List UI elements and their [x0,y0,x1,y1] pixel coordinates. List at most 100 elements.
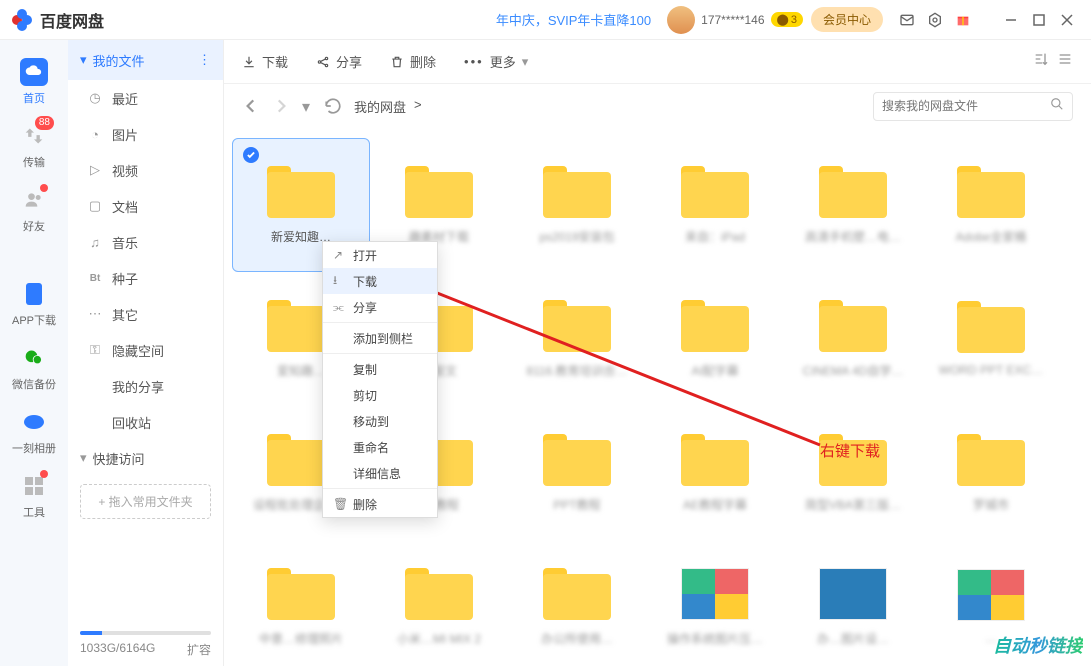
rail-album[interactable]: 一刻相册 [0,400,68,464]
toolbar-download-button[interactable]: 下载 [242,52,288,71]
storage-text: 1033G/6164G [80,641,155,658]
context-add-sidebar[interactable]: 添加到侧栏 [323,325,437,351]
expand-storage-link[interactable]: 扩容 [187,641,211,658]
context-rename[interactable]: 重命名 [323,434,437,460]
folder-item[interactable]: AI配字幕 [646,272,784,406]
folder-item[interactable]: Adobe全家桶 [922,138,1060,272]
member-center-button[interactable]: 会员中心 [811,7,883,32]
thumbnail-icon [819,568,887,620]
sidebar-my-files[interactable]: ▾ 我的文件 ⋮ [68,40,223,80]
search-icon[interactable] [1050,97,1064,116]
check-icon [243,147,259,163]
rail-app-download[interactable]: APP下载 [0,272,68,336]
more-icon[interactable]: ⋮ [198,52,211,68]
folder-icon [543,166,611,218]
context-download[interactable]: ⭳下载 [323,268,437,294]
bt-icon: Bt [88,271,102,285]
refresh-button[interactable] [324,97,342,115]
folder-item[interactable]: 简型VBA第三版… [784,406,922,540]
album-icon [20,408,48,436]
toolbar-delete-button[interactable]: 删除 [390,52,436,71]
folder-item[interactable]: 办公所使用… [508,540,646,666]
nav-forward-button[interactable] [272,97,290,115]
folder-icon [681,434,749,486]
sidebar-recycle[interactable]: 回收站 [68,404,223,440]
trash-icon: 🗑 [333,498,345,510]
toolbar: 下载 分享 删除 •••更多▾ [224,40,1091,84]
context-copy[interactable]: 复制 [323,356,437,382]
sidebar-other[interactable]: ⋯其它 [68,296,223,332]
nav-dropdown-button[interactable]: ▾ [302,97,312,115]
navbar: ▾ 我的网盘 > [224,84,1091,128]
maximize-button[interactable] [1031,12,1047,28]
sidebar-music[interactable]: ♫音乐 [68,224,223,260]
gift-icon[interactable] [955,12,971,28]
open-icon: ↗ [333,249,345,261]
sidebar-video[interactable]: ▷视频 [68,152,223,188]
storage-bar [80,631,211,635]
folder-icon [543,434,611,486]
folder-item[interactable]: 罗城市 [922,406,1060,540]
notification-dot [40,184,48,192]
rail-friends[interactable]: 好友 [0,178,68,242]
folder-icon [543,568,611,620]
folder-icon [267,568,335,620]
folder-icon [957,301,1025,353]
folder-item[interactable]: AE教程字幕 [646,406,784,540]
watermark: 自动秒链接 [993,632,1083,658]
context-cut[interactable]: 剪切 [323,382,437,408]
toolbar-more-button[interactable]: •••更多▾ [464,52,528,71]
breadcrumb[interactable]: 我的网盘 > [354,97,422,116]
context-move-to[interactable]: 移动到 [323,408,437,434]
sidebar-recent[interactable]: ◷最近 [68,80,223,116]
rail-wechat-backup[interactable]: 微信备份 [0,336,68,400]
context-delete[interactable]: 🗑删除 [323,491,437,517]
folder-item[interactable]: 来自：iPad [646,138,784,272]
download-icon: ⭳ [333,275,345,287]
folder-item[interactable]: WORD PPT EXC… [922,272,1060,406]
play-icon: ▷ [88,163,102,177]
close-button[interactable] [1059,12,1075,28]
folder-item[interactable]: 8116.教育培训合… [508,272,646,406]
promo-link[interactable]: 年中庆，SVIP年卡直降100 [496,10,651,29]
sidebar: ▾ 我的文件 ⋮ ◷最近 ◔图片 ▷视频 ▢文档 ♫音乐 Bt种子 ⋯其它 ⚿隐… [68,40,224,666]
sidebar-quick-access[interactable]: ▾快捷访问 [68,440,223,476]
folder-item[interactable]: 小米…MI MIX 2 [370,540,508,666]
minimize-button[interactable] [1003,12,1019,28]
sidebar-seeds[interactable]: Bt种子 [68,260,223,296]
mail-icon[interactable] [899,12,915,28]
username: 177*****146 [701,13,764,27]
folder-item[interactable]: CINEMA 4D自学… [784,272,922,406]
file-item[interactable]: 操作系统图片压… [646,540,784,666]
toolbar-share-button[interactable]: 分享 [316,52,362,71]
sidebar-hidden[interactable]: ⚿隐藏空间 [68,332,223,368]
folder-item[interactable]: 中意…修理照片 [232,540,370,666]
search-box[interactable] [873,92,1073,121]
context-details[interactable]: 详细信息 [323,460,437,486]
coin-badge[interactable]: ⬤ 3 [771,12,803,27]
sidebar-docs[interactable]: ▢文档 [68,188,223,224]
context-share[interactable]: ⫘分享 [323,294,437,320]
folder-item[interactable]: ps2019安装包 [508,138,646,272]
sidebar-my-share[interactable]: 我的分享 [68,368,223,404]
list-view-icon[interactable] [1057,51,1073,72]
rail-home[interactable]: 首页 [0,50,68,114]
thumbnail-icon [681,568,749,620]
file-item[interactable]: 办…图片设… [784,540,922,666]
rail-transfer[interactable]: 88 传输 [0,114,68,178]
quick-access-dropzone[interactable]: + 拖入常用文件夹 [80,484,211,519]
phone-icon [20,280,48,308]
folder-icon [543,300,611,352]
folder-item[interactable]: PPT教程 [508,406,646,540]
nav-back-button[interactable] [242,97,260,115]
folder-icon [405,166,473,218]
folder-item[interactable]: 高清手机壁…电… [784,138,922,272]
settings-icon[interactable] [927,12,943,28]
rail-tools[interactable]: 工具 [0,464,68,528]
sort-icon[interactable] [1033,51,1049,72]
context-open[interactable]: ↗打开 [323,242,437,268]
user-avatar[interactable] [667,6,695,34]
sidebar-images[interactable]: ◔图片 [68,116,223,152]
search-input[interactable] [882,99,1050,113]
caret-down-icon: ▾ [80,52,87,68]
